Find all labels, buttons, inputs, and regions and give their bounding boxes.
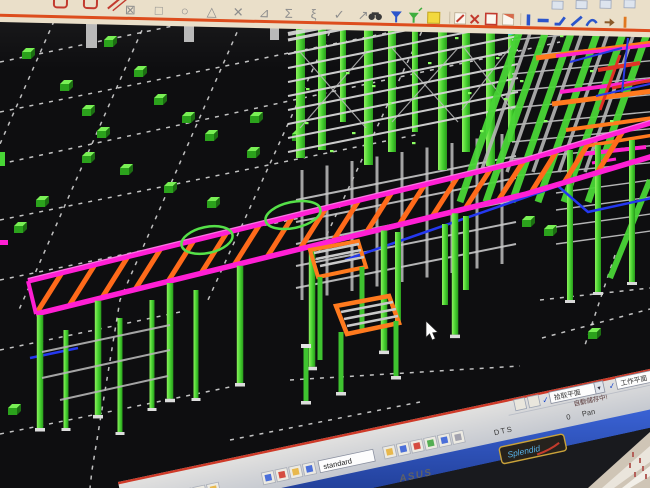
- create-beam-icon[interactable]: [538, 19, 549, 23]
- angle-tool-icon[interactable]: ⊿: [259, 5, 270, 20]
- delete-tool-icon[interactable]: ✕: [233, 4, 244, 19]
- triangle-tool-icon[interactable]: △: [207, 4, 217, 19]
- ribbon-tool-icon[interactable]: [302, 462, 316, 476]
- check-tool-icon[interactable]: ✓: [334, 7, 345, 22]
- rect-tool-icon[interactable]: □: [155, 3, 163, 18]
- pencil-red-icon[interactable]: [455, 13, 466, 24]
- ribbon-tool-icon[interactable]: [396, 442, 410, 456]
- clash-check-icon[interactable]: ⊠: [125, 2, 136, 17]
- ribbon-tool-icon[interactable]: [437, 433, 451, 447]
- left-edge-magenta-member[interactable]: [0, 240, 8, 245]
- ribbon-tool-icon[interactable]: [451, 430, 465, 444]
- ribbon-tool-icon[interactable]: [424, 436, 438, 450]
- red-corner-box-icon[interactable]: [503, 14, 514, 25]
- filter-tool-icon[interactable]: ξ: [311, 6, 317, 21]
- create-column-icon[interactable]: [527, 14, 531, 25]
- new-view-icon[interactable]: [428, 12, 440, 23]
- ribbon-tool-icon[interactable]: [383, 445, 397, 459]
- sum-tool-icon[interactable]: Σ: [285, 6, 293, 21]
- ribbon-tool-icon[interactable]: [410, 439, 424, 453]
- ribbon-icon-plane-a[interactable]: [514, 398, 527, 411]
- ribbon-tool-icon[interactable]: [289, 465, 303, 479]
- ribbon-icon-plane-b[interactable]: [527, 395, 540, 408]
- ribbon-tool-icon[interactable]: [275, 468, 289, 482]
- orthogonal-icon[interactable]: [624, 17, 627, 28]
- ribbon-tool-icon[interactable]: [261, 471, 275, 485]
- circle-tool-icon[interactable]: ○: [181, 3, 189, 18]
- red-box-icon[interactable]: [486, 13, 497, 24]
- monitor-photo: ⊠ □ ○ △ ✕ ⊿ Σ ξ ✓ ↗: [0, 0, 650, 488]
- arrow-tool-icon[interactable]: ↗: [358, 7, 369, 22]
- left-edge-green-member[interactable]: [0, 152, 5, 166]
